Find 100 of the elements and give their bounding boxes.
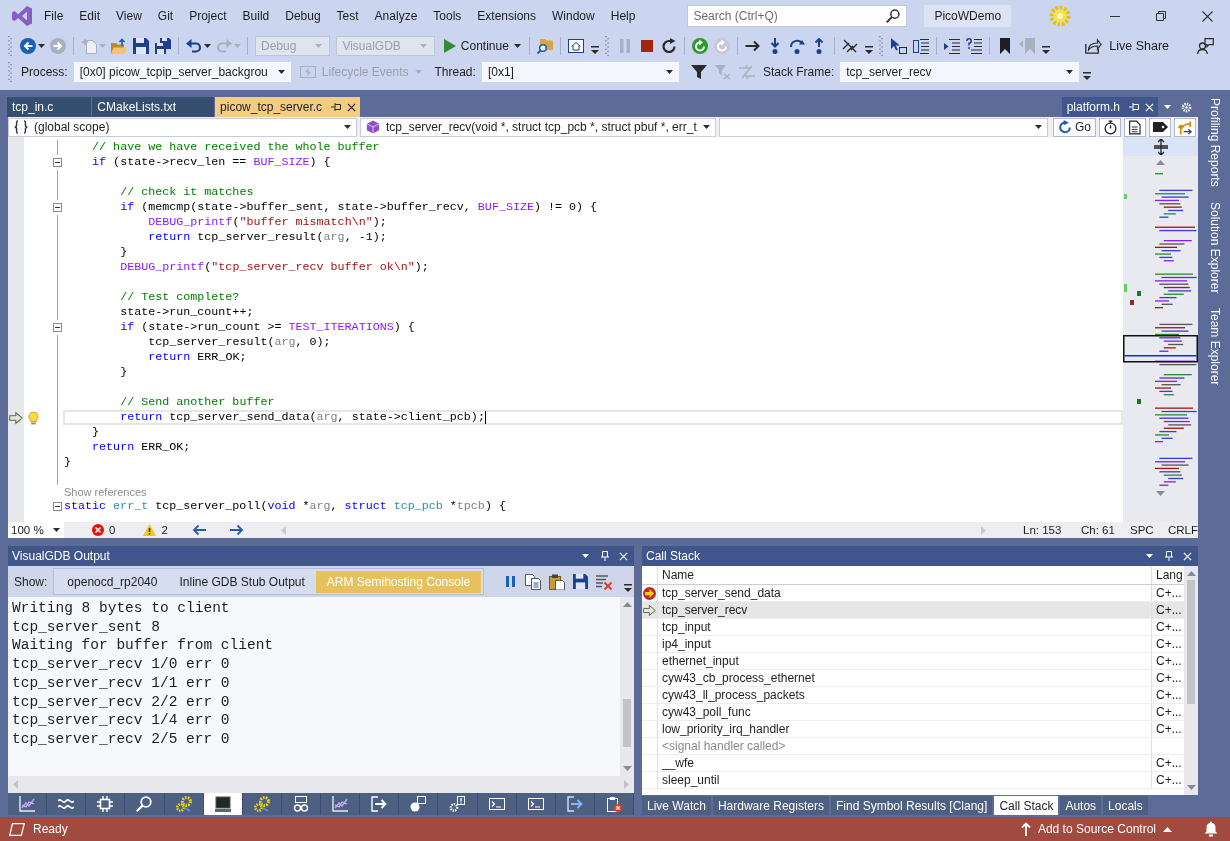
- save-icon[interactable]: [133, 37, 149, 54]
- panel-tab[interactable]: Locals: [1103, 796, 1148, 815]
- grip-icon[interactable]: [8, 62, 12, 82]
- go-button[interactable]: Go: [1053, 117, 1096, 137]
- search-icon[interactable]: [886, 9, 901, 23]
- minimize-icon[interactable]: [1110, 15, 1120, 17]
- side-panel-tab[interactable]: Solution Explorer: [1208, 199, 1222, 296]
- line-ending-indicator[interactable]: CRLF: [1168, 524, 1198, 536]
- call-stack-row[interactable]: __wfe C+...: [642, 755, 1184, 772]
- call-stack-row[interactable]: ethernet_input C+...: [642, 653, 1184, 670]
- call-stack-row[interactable]: tcp_server_recv C+...: [642, 602, 1184, 619]
- cursor-box-icon[interactable]: [890, 37, 907, 54]
- scroll-thumb[interactable]: [623, 699, 631, 747]
- source-control-button[interactable]: Add to Source Control: [1020, 822, 1172, 836]
- caret-icon[interactable]: [1164, 105, 1171, 109]
- grip-icon[interactable]: [604, 35, 609, 56]
- scroll-down-icon[interactable]: [1156, 491, 1165, 496]
- menu-item[interactable]: File: [36, 6, 72, 26]
- step-over-icon[interactable]: [788, 37, 805, 54]
- member-dropdown[interactable]: tcp_server_recv(void *, struct tcp_pcb *, struct pbuf *, err_t: [360, 117, 716, 137]
- save-icon[interactable]: [573, 574, 589, 589]
- refresh-icon[interactable]: [691, 37, 708, 54]
- toolbar-overflow-icon[interactable]: [590, 46, 599, 54]
- warning-count-button[interactable]: 2: [143, 524, 168, 536]
- side-panel-tab[interactable]: Profiling Reports: [1208, 96, 1222, 189]
- menu-item[interactable]: Extensions: [469, 6, 545, 26]
- close-icon[interactable]: [1201, 10, 1213, 22]
- menu-item[interactable]: Test: [328, 6, 367, 26]
- search-field[interactable]: Search (Ctrl+Q): [687, 5, 908, 27]
- pin-icon[interactable]: [331, 102, 342, 112]
- caret-icon[interactable]: [1146, 554, 1153, 558]
- tag-button[interactable]: [1149, 117, 1171, 137]
- panel-tab[interactable]: Find Symbol Results [Clang]: [830, 796, 993, 815]
- crossed-lines-icon[interactable]: [841, 37, 858, 54]
- call-stack-row[interactable]: cyw43_ll_process_packets C+...: [642, 687, 1184, 704]
- column-header[interactable]: Lang: [1152, 566, 1184, 584]
- panel-tab[interactable]: Hardware Registers: [712, 796, 829, 815]
- collapse-icon[interactable]: [53, 203, 62, 212]
- output-source-tab[interactable]: openocd_rp2040: [56, 570, 169, 593]
- home-window-icon[interactable]: [567, 37, 584, 54]
- caret-icon[interactable]: [38, 43, 45, 48]
- stop-icon[interactable]: [638, 37, 655, 54]
- menu-item[interactable]: Window: [544, 6, 603, 26]
- copy-icon[interactable]: [525, 573, 542, 590]
- document-tab[interactable]: picow_tcp_server.c: [215, 97, 361, 117]
- menu-item[interactable]: Build: [234, 6, 278, 26]
- paste-icon[interactable]: [549, 573, 566, 590]
- menu-item[interactable]: Tools: [425, 6, 470, 26]
- menu-item[interactable]: Help: [602, 6, 644, 26]
- forward-arrow-icon[interactable]: [229, 524, 244, 536]
- filter-icon[interactable]: [690, 64, 707, 80]
- restart-icon[interactable]: [660, 37, 677, 54]
- call-stack-row[interactable]: tcp_input C+...: [642, 619, 1184, 636]
- restore-icon[interactable]: [1156, 11, 1166, 21]
- stopwatch-button[interactable]: [1099, 117, 1121, 137]
- scroll-up-icon[interactable]: [1156, 160, 1165, 165]
- branch-button[interactable]: [1174, 117, 1196, 137]
- scroll-down-icon[interactable]: [622, 766, 632, 771]
- scope-dropdown[interactable]: (global scope): [8, 117, 357, 137]
- toolbar-overflow-icon[interactable]: [624, 584, 633, 592]
- menu-item[interactable]: Project: [181, 6, 235, 26]
- toolbar-overflow-icon[interactable]: [1083, 72, 1092, 80]
- undo-icon[interactable]: [186, 37, 202, 54]
- lightbulb-icon[interactable]: [28, 410, 39, 425]
- document-tab[interactable]: tcp_in.c: [7, 97, 92, 117]
- collapse-icon[interactable]: [53, 502, 62, 511]
- menu-item[interactable]: Debug: [277, 6, 329, 26]
- output-source-tab[interactable]: Inline GDB Stub Output: [168, 570, 316, 593]
- side-panel-tab[interactable]: Team Explorer: [1208, 306, 1222, 388]
- person-speech-icon[interactable]: [1197, 37, 1214, 54]
- column-header[interactable]: Name: [658, 566, 1152, 584]
- collapse-icon[interactable]: [53, 158, 62, 167]
- scroll-down-icon[interactable]: [1186, 785, 1196, 790]
- process-dropdown[interactable]: [0x0] picow_tcpip_server_backgrou: [73, 62, 291, 82]
- live-share-button[interactable]: Live Share: [1081, 34, 1173, 57]
- pause-icon[interactable]: [504, 574, 518, 589]
- scroll-thumb[interactable]: [1187, 580, 1195, 704]
- thread-dropdown[interactable]: [0x1]: [481, 62, 679, 82]
- vertical-scrollbar[interactable]: [620, 597, 634, 776]
- continue-button[interactable]: Continue: [439, 34, 525, 57]
- menu-item[interactable]: Analyze: [366, 6, 426, 26]
- menu-item[interactable]: Git: [149, 6, 182, 26]
- folder-search-icon[interactable]: [536, 37, 553, 54]
- settings-icon[interactable]: [1181, 101, 1192, 113]
- toolbar-overflow-icon[interactable]: [864, 46, 873, 54]
- show-references-link[interactable]: Show references: [64, 484, 147, 500]
- vertical-scrollbar[interactable]: [1184, 566, 1198, 795]
- panel-tab[interactable]: Call Stack: [994, 796, 1059, 815]
- grip-icon[interactable]: [878, 35, 883, 56]
- toolbar-overflow-icon[interactable]: [1041, 46, 1050, 54]
- call-stack-row[interactable]: sleep_until C+...: [642, 772, 1184, 789]
- save-all-icon[interactable]: [155, 37, 171, 54]
- panel-tab[interactable]: Live Watch: [642, 796, 711, 815]
- split-editor-button[interactable]: [1123, 137, 1198, 156]
- clear-icon[interactable]: [596, 573, 613, 590]
- document-button[interactable]: [1124, 117, 1146, 137]
- menu-item[interactable]: Edit: [71, 6, 109, 26]
- dropdown-field[interactable]: [718, 117, 1048, 137]
- tool-window-tab[interactable]: [203, 793, 243, 815]
- menu-item[interactable]: View: [108, 6, 150, 26]
